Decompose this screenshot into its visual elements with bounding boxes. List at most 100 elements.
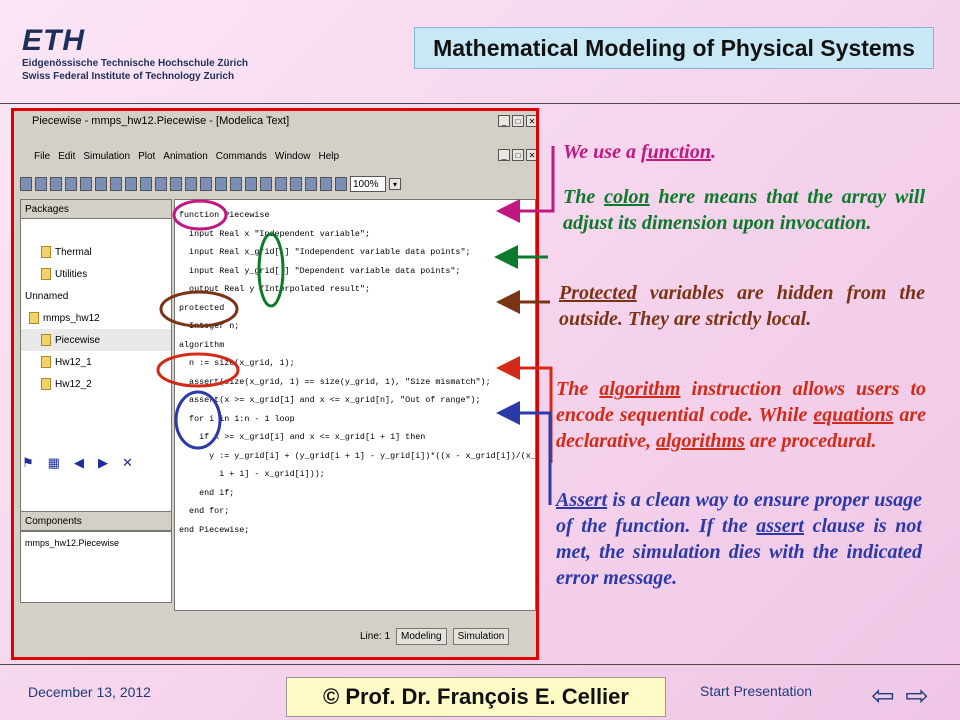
package-icon xyxy=(41,246,51,258)
tree-item-hw12-1[interactable]: Hw12_1 xyxy=(21,351,171,373)
locate-tab-icon[interactable]: ✕ xyxy=(122,455,133,471)
menu-commands[interactable]: Commands xyxy=(216,151,267,162)
menu-help[interactable]: Help xyxy=(318,151,339,162)
library-tab-icon[interactable]: ⚑ xyxy=(22,455,34,471)
menu-bar: File Edit Simulation Plot Animation Comm… xyxy=(14,147,536,165)
text: The xyxy=(556,378,600,400)
code-line: n := size(x_grid, 1); xyxy=(179,358,295,368)
tree-item-utilities[interactable]: Utilities xyxy=(21,263,171,285)
institution-en: Swiss Federal Institute of Technology Zu… xyxy=(22,71,235,82)
tree-label: Unnamed xyxy=(25,290,69,302)
tree-item-mmps-hw12[interactable]: mmps_hw12 xyxy=(21,307,171,329)
components-panel: mmps_hw12.Piecewise xyxy=(20,531,172,603)
arrow-left-icon[interactable]: ⇦ xyxy=(868,680,898,711)
browser-tabs: ⚑ ▦ ◀ ▶ ✕ xyxy=(22,455,133,471)
check-model-icon[interactable] xyxy=(245,177,257,191)
keyword-colon: colon xyxy=(604,186,650,208)
text: The xyxy=(563,186,605,208)
modelica-screenshot: Piecewise - mmps_hw12.Piecewise - [Model… xyxy=(11,108,539,660)
maximize-icon[interactable]: □ xyxy=(512,115,524,127)
model-icon xyxy=(41,356,51,368)
code-line: i + 1] - x_grid[i])); xyxy=(179,469,325,479)
code-line: input Real x_grid[:] "Independent variab… xyxy=(179,247,471,257)
new-file-icon[interactable] xyxy=(20,177,32,191)
function-icon xyxy=(41,334,51,346)
component-item[interactable]: mmps_hw12.Piecewise xyxy=(25,538,119,548)
check-icon[interactable] xyxy=(95,177,107,191)
menu-edit[interactable]: Edit xyxy=(58,151,75,162)
info-icon[interactable] xyxy=(305,177,317,191)
search-icon[interactable] xyxy=(65,177,77,191)
menu-window[interactable]: Window xyxy=(275,151,311,162)
back-icon[interactable] xyxy=(275,177,287,191)
align-icon[interactable] xyxy=(230,177,242,191)
tree-label: Hw12_2 xyxy=(55,378,92,390)
keyword-algorithm: algorithm xyxy=(599,378,681,400)
keyword-protected: Protected xyxy=(559,282,637,304)
zoom-select[interactable]: 100% xyxy=(350,176,386,192)
code-line: assert(size(x_grid, 1) == size(y_grid, 1… xyxy=(179,376,491,387)
tree-label: Utilities xyxy=(55,268,88,280)
minimize-icon[interactable]: _ xyxy=(498,115,510,127)
menu-file[interactable]: File xyxy=(34,151,50,162)
tree-label: Piecewise xyxy=(55,334,101,346)
icon-view-icon[interactable] xyxy=(320,177,332,191)
print-icon[interactable] xyxy=(80,177,92,191)
package-icon xyxy=(41,268,51,280)
start-presentation-link[interactable]: Start Presentation xyxy=(700,683,812,699)
open-file-icon[interactable] xyxy=(35,177,47,191)
window-titlebar: Piecewise - mmps_hw12.Piecewise - [Model… xyxy=(14,111,536,131)
annotation-function: We use a function. xyxy=(563,139,923,165)
forward-icon[interactable] xyxy=(290,177,302,191)
chevron-down-icon[interactable]: ▾ xyxy=(389,178,401,190)
components-header: Components xyxy=(20,511,172,531)
code-line: input Real x "Independent variable"; xyxy=(179,228,370,239)
rectangle-tool-icon[interactable] xyxy=(125,177,137,191)
code-line: end Piecewise; xyxy=(179,524,250,535)
code-line: if x >= x_grid[i] and x <= x_grid[i + 1]… xyxy=(179,432,426,442)
text-view-icon[interactable] xyxy=(335,177,347,191)
menu-plot[interactable]: Plot xyxy=(138,151,155,162)
save-icon[interactable] xyxy=(50,177,62,191)
packages-header: Packages xyxy=(21,200,171,219)
tree-item-piecewise[interactable]: Piecewise xyxy=(21,329,171,351)
code-line: for i in 1:n - 1 loop xyxy=(179,413,295,424)
line-color-icon[interactable] xyxy=(185,177,197,191)
line-tool-icon[interactable] xyxy=(110,177,122,191)
code-editor[interactable]: function Piecewise input Real x "Indepen… xyxy=(174,199,536,611)
keyword-assert: Assert xyxy=(556,489,608,511)
header-divider xyxy=(0,103,960,104)
tree-label: mmps_hw12 xyxy=(43,312,100,324)
fill-color-icon[interactable] xyxy=(200,177,212,191)
simulation-button[interactable]: Simulation xyxy=(452,627,510,645)
keyword-assert-2: assert xyxy=(756,515,804,537)
code-line: end if; xyxy=(179,487,235,498)
grid-icon[interactable] xyxy=(215,177,227,191)
menu-simulation[interactable]: Simulation xyxy=(83,151,130,162)
text: . xyxy=(711,141,716,163)
back-tab-icon[interactable]: ◀ xyxy=(74,455,84,471)
code-line: y := y_grid[i] + (y_grid[i + 1] - y_grid… xyxy=(179,450,536,461)
diagram-icon[interactable] xyxy=(260,177,272,191)
tree-label: Thermal xyxy=(55,246,92,258)
forward-tab-icon[interactable]: ▶ xyxy=(98,455,108,471)
modeling-button[interactable]: Modeling xyxy=(396,627,447,645)
text-tool-icon[interactable] xyxy=(170,177,182,191)
footer-date: December 13, 2012 xyxy=(28,684,151,700)
arrow-right-icon[interactable]: ⇨ xyxy=(902,680,932,711)
slide-title: Mathematical Modeling of Physical System… xyxy=(414,27,934,69)
institution-de: Eidgenössische Technische Hochschule Zür… xyxy=(22,58,248,69)
polygon-tool-icon[interactable] xyxy=(155,177,167,191)
menu-animation[interactable]: Animation xyxy=(163,151,207,162)
annotation-assert: Assert is a clean way to ensure proper u… xyxy=(556,487,922,591)
tree-item-unnamed[interactable]: Unnamed xyxy=(21,285,171,307)
tree-item-thermal[interactable]: Thermal xyxy=(21,241,171,263)
keyword-function: function xyxy=(640,141,711,163)
grid-tab-icon[interactable]: ▦ xyxy=(48,455,60,471)
ellipse-tool-icon[interactable] xyxy=(140,177,152,191)
tree-item-hw12-2[interactable]: Hw12_2 xyxy=(21,373,171,395)
code-line: Integer n; xyxy=(179,321,240,331)
close-icon[interactable]: ✕ xyxy=(526,115,536,127)
text: We use a xyxy=(563,141,641,163)
